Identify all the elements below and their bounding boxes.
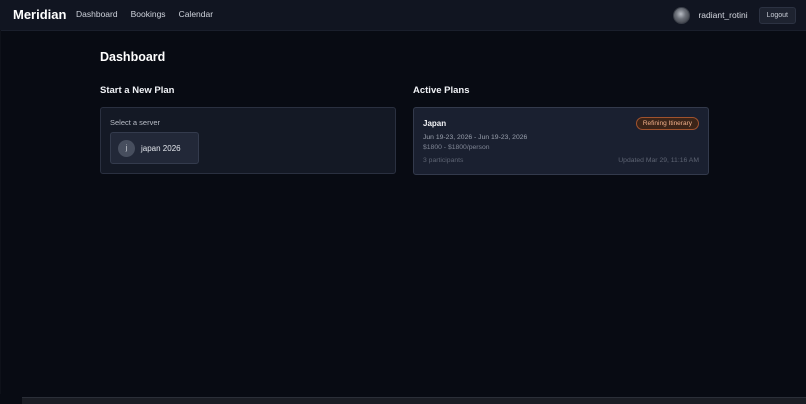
select-server-label: Select a server (110, 118, 161, 127)
active-plans-heading: Active Plans (413, 85, 470, 96)
left-edge-divider (0, 30, 1, 394)
nav-calendar[interactable]: Calendar (179, 9, 214, 19)
server-option-japan-2026[interactable]: j japan 2026 (110, 132, 199, 164)
plan-dates: Jun 19-23, 2026 - Jun 19-23, 2026 (423, 134, 528, 141)
avatar[interactable] (673, 6, 691, 24)
new-plan-heading: Start a New Plan (100, 85, 175, 96)
new-plan-card: Select a server j japan 2026 (100, 107, 396, 174)
active-plan-card-japan[interactable]: Japan Refining Itinerary Jun 19-23, 2026… (413, 107, 709, 175)
main-nav: Dashboard Bookings Calendar (76, 9, 213, 19)
nav-bookings[interactable]: Bookings (131, 9, 166, 19)
plan-participants: 3 participants (423, 157, 464, 164)
plan-updated-timestamp: Updated Mar 29, 11:16 AM (618, 157, 699, 164)
status-badge: Refining Itinerary (635, 117, 699, 130)
user-menu: radiant_rotini Logout (673, 5, 796, 25)
brand-logo[interactable]: Meridian (13, 7, 66, 22)
app-window: Meridian Dashboard Bookings Calendar rad… (0, 0, 806, 404)
top-navbar: Meridian Dashboard Bookings Calendar rad… (0, 0, 806, 31)
plan-name: Japan (423, 119, 447, 128)
logout-button[interactable]: Logout (758, 6, 796, 24)
server-initial-icon: j (118, 139, 135, 157)
username: radiant_rotini (698, 10, 748, 20)
page-title: Dashboard (100, 50, 166, 64)
nav-dashboard[interactable]: Dashboard (76, 9, 118, 19)
bottom-window-edge (22, 397, 806, 404)
plan-price: $1800 - $1800/person (423, 144, 490, 151)
server-name: japan 2026 (141, 143, 181, 153)
